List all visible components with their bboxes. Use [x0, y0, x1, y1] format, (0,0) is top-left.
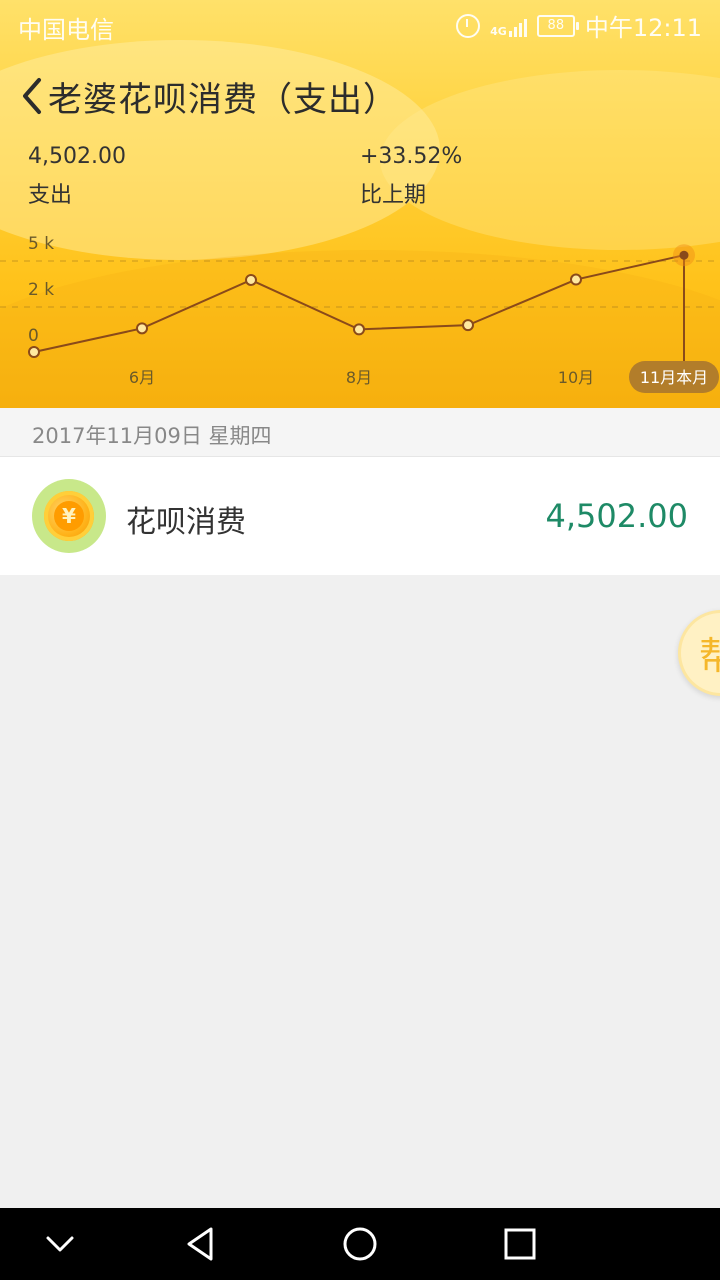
x-tick-label: 10月	[558, 368, 594, 387]
signal-icon: 4G	[490, 15, 527, 37]
data-point	[136, 322, 148, 335]
change-value: +33.52%	[360, 144, 463, 169]
data-point	[353, 323, 365, 336]
item-amount: 4,502.00	[545, 497, 689, 535]
network-label: 4G	[490, 24, 507, 38]
yen-icon: ¥	[54, 501, 84, 531]
page-title: 老婆花呗消费（支出）	[48, 80, 398, 120]
data-point	[679, 250, 689, 260]
clock: 中午12:11	[584, 14, 702, 42]
collapse-icon[interactable]	[0, 1208, 120, 1280]
date-header: 2017年11月09日 星期四	[0, 408, 720, 457]
battery-icon: 88	[536, 14, 579, 37]
screen: 中国电信 4G 88 中午12:11 老婆花呗消费（支出） 4,502.00 支…	[0, 0, 720, 1280]
selected-month-label: 11月本月	[640, 368, 708, 387]
data-point	[28, 346, 40, 358]
line-chart[interactable]: 5 k 2 k 0 6月 8月 10月 11月本月	[0, 225, 720, 408]
change-stat: +33.52% 比上期	[360, 144, 462, 209]
navigation-bar	[0, 1208, 720, 1280]
spend-label: 支出	[28, 183, 73, 208]
alarm-icon	[456, 13, 481, 38]
coin-inner: ¥	[44, 491, 94, 541]
header-banner: 中国电信 4G 88 中午12:11 老婆花呗消费（支出） 4,502.00 支…	[0, 0, 720, 408]
coin-icon: ¥	[32, 479, 106, 553]
list-item[interactable]: ¥ 花呗消费 4,502.00	[0, 457, 720, 575]
home-circle-icon[interactable]	[300, 1208, 420, 1280]
spend-value: 4,502.00	[28, 144, 126, 169]
y-tick-label: 5 k	[28, 234, 54, 254]
series-line	[33, 254, 685, 353]
status-bar: 中国电信 4G 88 中午12:11	[0, 0, 720, 50]
spend-stat: 4,502.00 支出	[28, 144, 126, 209]
recents-square-icon[interactable]	[460, 1208, 580, 1280]
back-triangle-icon[interactable]	[140, 1208, 260, 1280]
data-point	[570, 273, 582, 286]
status-icons: 4G 88 中午12:11	[456, 8, 702, 43]
item-name: 花呗消费	[126, 505, 246, 540]
x-tick-label: 8月	[346, 368, 372, 387]
x-tick-label: 6月	[129, 368, 155, 387]
data-point	[245, 273, 257, 286]
y-tick-label: 2 k	[28, 280, 54, 300]
change-label: 比上期	[360, 183, 427, 208]
title-bar: 老婆花呗消费（支出）	[0, 66, 720, 126]
carrier-label: 中国电信	[18, 16, 114, 44]
help-button[interactable]: 帮	[678, 610, 720, 696]
chevron-left-icon[interactable]	[12, 74, 52, 118]
y-tick-label: 0	[28, 326, 39, 346]
data-point	[462, 319, 474, 332]
date-label: 2017年11月09日 星期四	[32, 424, 272, 448]
